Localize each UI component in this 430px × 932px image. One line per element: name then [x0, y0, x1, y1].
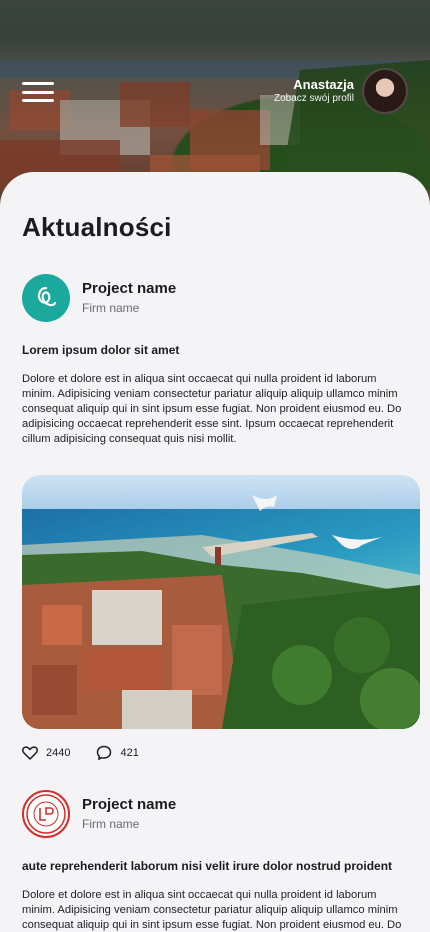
menu-line — [22, 82, 54, 85]
post-title: Lorem ipsum dolor sit amet — [22, 343, 180, 357]
likes-count: 2440 — [46, 747, 71, 759]
screen: Anastazja Zobacz swój profil Aktualności… — [0, 0, 430, 932]
firm-logo-mark-icon — [37, 286, 57, 307]
view-profile-link[interactable]: Zobacz swój profil — [274, 93, 354, 105]
coastal-town-photo — [22, 475, 420, 729]
like-button[interactable]: 2440 — [22, 746, 70, 760]
page-title: Aktualności — [22, 212, 172, 242]
profile-link[interactable]: Anastazja Zobacz swój profil — [274, 68, 408, 114]
comment-button[interactable]: 421 — [96, 745, 139, 761]
news-feed: Aktualności Project name Firm name Lorem… — [0, 172, 430, 932]
post-author: Project name Firm name — [82, 280, 176, 316]
avatar[interactable] — [362, 68, 408, 114]
project-name[interactable]: Project name — [82, 280, 176, 298]
firm-seal-icon — [26, 794, 66, 834]
post-title: aute reprehenderit laborum nisi velit ir… — [22, 859, 393, 873]
post-body: Dolore et dolore est in aliqua sint occa… — [22, 373, 402, 445]
comment-icon — [97, 745, 112, 760]
post-image[interactable] — [22, 475, 420, 729]
menu-line — [22, 99, 54, 102]
profile-name: Anastazja — [293, 77, 354, 92]
feed-post: Project name Firm name aute reprehenderi… — [22, 790, 412, 932]
project-name[interactable]: Project name — [82, 796, 176, 814]
firm-logo[interactable] — [22, 274, 70, 322]
comments-count: 421 — [120, 747, 139, 759]
post-header[interactable]: Project name Firm name — [22, 790, 412, 838]
post-body: Dolore et dolore est in aliqua sint occa… — [22, 889, 402, 931]
firm-name: Firm name — [82, 301, 140, 315]
profile-text: Anastazja Zobacz swój profil — [274, 77, 354, 105]
feed-post: Project name Firm name Lorem ipsum dolor… — [22, 274, 420, 761]
heart-icon — [22, 746, 38, 760]
firm-name: Firm name — [82, 817, 140, 831]
post-reactions: 2440 421 — [22, 745, 412, 761]
hamburger-menu-icon[interactable] — [22, 82, 54, 102]
firm-logo[interactable] — [22, 790, 70, 838]
post-author: Project name Firm name — [82, 796, 176, 832]
menu-line — [22, 90, 54, 94]
post-header[interactable]: Project name Firm name — [22, 274, 412, 322]
